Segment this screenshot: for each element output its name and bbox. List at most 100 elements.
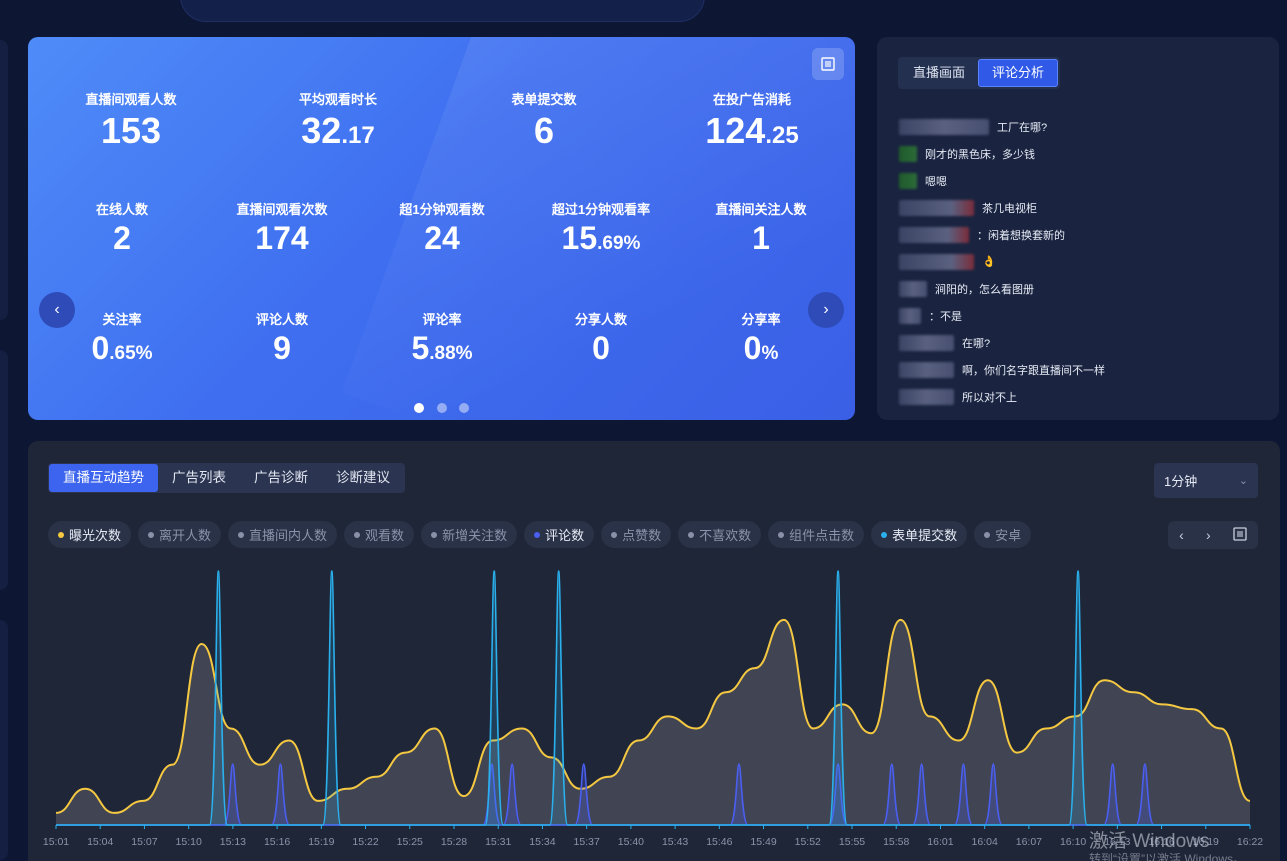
metric-label: 直播间关注人数 bbox=[715, 202, 807, 217]
metric-label: 评论人数 bbox=[255, 312, 308, 327]
x-tick-label: 16:07 bbox=[1016, 836, 1042, 848]
metric-chip[interactable]: 直播间内人数 bbox=[228, 521, 338, 548]
trend-panel: 直播互动趋势 广告列表 广告诊断 诊断建议 1分钟 ⌄ 曝光次数 离开人数 直播间内… bbox=[28, 441, 1280, 861]
list-item: 刚才的黑色床，多少钱 bbox=[899, 140, 1269, 167]
metric-chip[interactable]: 点赞数 bbox=[601, 521, 672, 548]
metric-item: 评论人数 9 bbox=[202, 309, 362, 367]
tab-live-view[interactable]: 直播画面 bbox=[900, 59, 978, 87]
metric-item: 在线人数 2 bbox=[42, 199, 202, 257]
tab-comment-analysis[interactable]: 评论分析 bbox=[978, 59, 1059, 87]
x-tick-label: 15:25 bbox=[397, 836, 423, 848]
metric-chip[interactable]: 评论数 bbox=[524, 521, 595, 548]
tab-diagnosis-advice[interactable]: 诊断建议 bbox=[322, 464, 404, 492]
x-tick-label: 15:04 bbox=[87, 836, 113, 848]
windows-watermark-sub: 转到“设置”以激活 Windows。 bbox=[1089, 852, 1246, 861]
metric-label: 评论率 bbox=[422, 312, 462, 327]
comment-text: 工厂在哪? bbox=[997, 121, 1048, 134]
metric-chip[interactable]: 观看数 bbox=[344, 521, 415, 548]
chip-label: 直播间内人数 bbox=[249, 528, 328, 543]
comment-text: 涧阳的，怎么看图册 bbox=[935, 283, 1034, 296]
tab-ad-list[interactable]: 广告列表 bbox=[158, 464, 240, 492]
chevron-left-icon: ‹ bbox=[54, 301, 60, 318]
legend-dot bbox=[688, 531, 695, 538]
metric-label: 平均观看时长 bbox=[298, 92, 377, 107]
next-arrow-button[interactable]: › bbox=[808, 292, 844, 328]
metric-chip[interactable]: 新增关注数 bbox=[421, 521, 518, 548]
x-tick-label: 15:46 bbox=[706, 836, 732, 848]
metric-label: 超1分钟观看数 bbox=[399, 202, 485, 217]
metric-label: 直播间观看人数 bbox=[85, 92, 177, 107]
metric-value: 2 bbox=[113, 220, 131, 256]
metric-chip[interactable]: 曝光次数 bbox=[48, 521, 132, 548]
metrics-card: 直播间观看人数 153 平均观看时长 32.17 表单提交数 6 在投广告消耗 124.25 在… bbox=[28, 37, 855, 420]
metric-value: 24 bbox=[424, 220, 460, 256]
chip-controls: ‹ › bbox=[1168, 521, 1258, 549]
x-tick-label: 15:07 bbox=[131, 836, 157, 848]
metric-value: 9 bbox=[273, 330, 291, 366]
legend-dot bbox=[984, 531, 991, 538]
list-icon[interactable] bbox=[1233, 526, 1247, 544]
comment-tabs: 直播画面 评论分析 bbox=[898, 57, 1061, 89]
metric-value: 0% bbox=[743, 330, 779, 366]
legend-dot bbox=[534, 531, 541, 538]
chip-label: 不喜欢数 bbox=[699, 528, 752, 543]
metric-item: 超过1分钟观看率 15.69% bbox=[521, 199, 681, 257]
legend-dot bbox=[58, 531, 64, 538]
x-tick-label: 16:04 bbox=[972, 836, 998, 848]
comment-text: 在哪? bbox=[962, 337, 991, 350]
x-tick-label: 15:31 bbox=[485, 836, 511, 848]
comment-text: 茶几电视柜 bbox=[982, 202, 1037, 215]
metric-item: 评论率 5.88% bbox=[362, 309, 522, 367]
carousel-dot[interactable] bbox=[414, 403, 425, 413]
legend-dot bbox=[778, 531, 785, 538]
tab-ad-diagnosis[interactable]: 广告诊断 bbox=[240, 464, 322, 492]
trend-chart: 15:01 15:04 15:07 15:10 15:13 15:16 15:19 15:22… bbox=[43, 570, 1263, 848]
metric-item: 分享人数 0 bbox=[521, 309, 681, 367]
metric-chip-row: 曝光次数 离开人数 直播间内人数 观看数 新增关注数 评论数 点赞数 不喜欢数 组件点击数 表单提… bbox=[48, 521, 1148, 549]
comment-text: 👌 bbox=[982, 256, 996, 268]
metric-chip[interactable]: 表单提交数 bbox=[871, 521, 968, 548]
x-tick-label: 15:28 bbox=[441, 836, 467, 848]
legend-dot bbox=[238, 531, 245, 538]
list-item: 涧阳的，怎么看图册 bbox=[899, 275, 1269, 302]
x-tick-label: 15:49 bbox=[750, 836, 776, 848]
metric-label: 直播间观看次数 bbox=[236, 202, 328, 217]
legend-dot bbox=[431, 531, 438, 538]
prev-arrow-button[interactable]: ‹ bbox=[39, 292, 75, 328]
chip-label: 评论数 bbox=[545, 528, 585, 543]
x-tick-label: 16:01 bbox=[927, 836, 953, 848]
chip-label: 点赞数 bbox=[622, 528, 662, 543]
chip-label: 组件点击数 bbox=[789, 528, 855, 543]
windows-watermark: 激活 Windows bbox=[1089, 831, 1210, 852]
interval-select[interactable]: 1分钟 ⌄ bbox=[1154, 463, 1258, 498]
chevron-right-icon[interactable]: › bbox=[1206, 527, 1211, 543]
x-tick-label: 15:52 bbox=[795, 836, 821, 848]
metric-value: 124.25 bbox=[705, 110, 799, 151]
list-item: 所以对不上 bbox=[899, 383, 1269, 410]
chevron-left-icon[interactable]: ‹ bbox=[1179, 527, 1184, 543]
metric-chip[interactable]: 安卓 bbox=[974, 521, 1032, 548]
metric-value: 1 bbox=[752, 220, 770, 256]
tab-interaction-trend[interactable]: 直播互动趋势 bbox=[49, 464, 158, 492]
metric-grid: 直播间观看人数 153 平均观看时长 32.17 表单提交数 6 在投广告消耗 124.25 在… bbox=[28, 37, 855, 420]
x-tick-label: 16:22 bbox=[1237, 836, 1263, 848]
metric-value: 0 bbox=[592, 330, 610, 366]
x-tick-label: 15:37 bbox=[574, 836, 600, 848]
metric-chip[interactable]: 组件点击数 bbox=[768, 521, 865, 548]
metric-label: 超过1分钟观看率 bbox=[551, 202, 651, 217]
metric-chip[interactable]: 离开人数 bbox=[138, 521, 222, 548]
comment-list: 工厂在哪? 刚才的黑色床，多少钱 嗯嗯 茶几电视柜 ：闲着想换套新的 👌 涧阳的… bbox=[899, 113, 1269, 410]
interval-value: 1分钟 bbox=[1164, 474, 1198, 489]
legend-dot bbox=[611, 531, 618, 538]
legend-dot bbox=[148, 531, 155, 538]
x-tick-label: 15:13 bbox=[220, 836, 246, 848]
chip-label: 安卓 bbox=[995, 528, 1022, 543]
carousel-dot[interactable] bbox=[436, 403, 447, 413]
list-item: 工厂在哪? bbox=[899, 113, 1269, 140]
x-tick-label: 15:58 bbox=[883, 836, 909, 848]
legend-dot bbox=[354, 531, 361, 538]
metric-chip[interactable]: 不喜欢数 bbox=[678, 521, 762, 548]
top-bar-pill bbox=[180, 0, 705, 22]
carousel-dot[interactable] bbox=[458, 403, 469, 413]
metric-value: 0.65% bbox=[91, 330, 153, 366]
